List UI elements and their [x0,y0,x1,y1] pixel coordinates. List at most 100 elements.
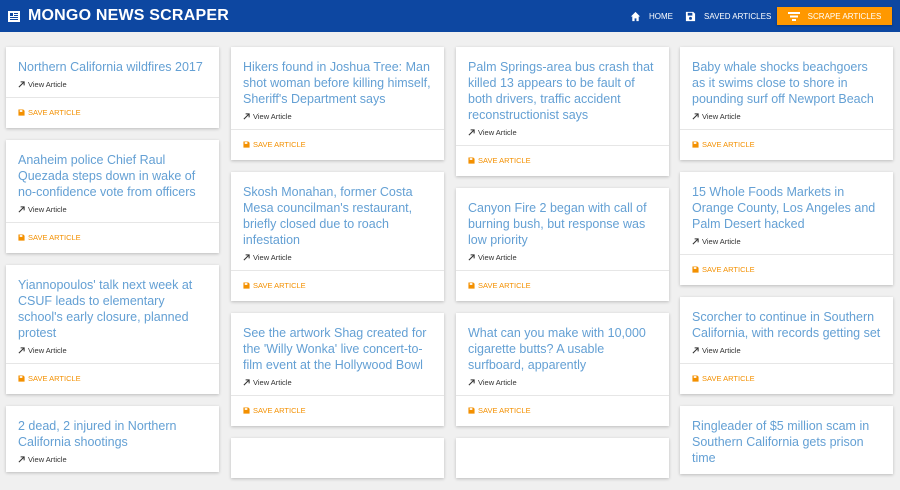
save-article-label: SAVE ARTICLE [253,406,306,415]
navbar: MONGO NEWS SCRAPER HOME SAVED ARTICLES S… [0,0,900,32]
view-article-link[interactable]: View Article [243,112,432,121]
save-article-label: SAVE ARTICLE [478,156,531,165]
article-title[interactable]: Ringleader of $5 million scam in Souther… [692,418,881,466]
save-article-button[interactable]: SAVE ARTICLE [243,281,432,290]
view-article-label: View Article [28,205,67,214]
floppy-disk-icon [692,375,699,382]
article-title[interactable]: Palm Springs-area bus crash that killed … [468,59,657,123]
article-title[interactable]: What can you make with 10,000 cigarette … [468,325,657,373]
save-article-button[interactable]: SAVE ARTICLE [468,406,657,415]
article-title[interactable]: Scorcher to continue in Southern Califor… [692,309,881,341]
view-article-link[interactable]: View Article [243,253,432,262]
article-card: Hikers found in Joshua Tree: Man shot wo… [231,47,444,160]
arrow-up-right-icon [468,379,475,386]
floppy-disk-icon [18,234,25,241]
article-card: Northern California wildfires 2017 View … [6,47,219,128]
article-title[interactable]: Canyon Fire 2 began with call of burning… [468,200,657,248]
floppy-disk-icon [692,266,699,273]
save-article-button[interactable]: SAVE ARTICLE [692,140,881,149]
article-title[interactable]: Baby whale shocks beachgoers as it swims… [692,59,881,107]
arrow-up-right-icon [468,254,475,261]
view-article-link[interactable]: View Article [692,346,881,355]
view-article-link[interactable]: View Article [692,112,881,121]
scrape-articles-button[interactable]: SCRAPE ARTICLES [777,7,892,25]
article-card: Yiannopoulos' talk next week at CSUF lea… [6,265,219,394]
article-card: See the artwork Shag created for the 'Wi… [231,313,444,426]
arrow-up-right-icon [692,238,699,245]
floppy-disk-icon [18,375,25,382]
view-article-link[interactable]: View Article [468,378,657,387]
article-title[interactable]: See the artwork Shag created for the 'Wi… [243,325,432,373]
save-article-button[interactable]: SAVE ARTICLE [18,108,207,117]
save-article-label: SAVE ARTICLE [702,374,755,383]
view-article-label: View Article [702,112,741,121]
article-title[interactable]: Yiannopoulos' talk next week at CSUF lea… [18,277,207,341]
save-article-button[interactable]: SAVE ARTICLE [18,374,207,383]
view-article-link[interactable]: View Article [243,378,432,387]
nav-home-label: HOME [649,11,673,21]
article-title[interactable]: Anaheim police Chief Raul Quezada steps … [18,152,207,200]
view-article-link[interactable]: View Article [18,455,207,464]
nav-saved-label: SAVED ARTICLES [704,11,772,21]
article-title[interactable]: Hikers found in Joshua Tree: Man shot wo… [243,59,432,107]
arrow-up-right-icon [18,347,25,354]
nav-home[interactable]: HOME [630,0,673,32]
save-article-button[interactable]: SAVE ARTICLE [468,281,657,290]
article-column-3: Palm Springs-area bus crash that killed … [456,47,669,490]
floppy-disk-icon [243,282,250,289]
brand[interactable]: MONGO NEWS SCRAPER [8,0,229,32]
view-article-link[interactable]: View Article [18,346,207,355]
article-card: Palm Springs-area bus crash that killed … [456,47,669,176]
arrow-up-right-icon [243,254,250,261]
article-column-1: Northern California wildfires 2017 View … [6,47,219,484]
article-card: What can you make with 10,000 cigarette … [456,313,669,426]
view-article-label: View Article [253,112,292,121]
article-card [456,438,669,478]
floppy-disk-icon [243,141,250,148]
save-article-label: SAVE ARTICLE [253,281,306,290]
save-article-button[interactable]: SAVE ARTICLE [692,265,881,274]
article-title[interactable]: Skosh Monahan, former Costa Mesa council… [243,184,432,248]
view-article-label: View Article [28,455,67,464]
save-article-button[interactable]: SAVE ARTICLE [18,233,207,242]
view-article-link[interactable]: View Article [18,205,207,214]
view-article-label: View Article [478,378,517,387]
arrow-up-right-icon [692,113,699,120]
save-article-button[interactable]: SAVE ARTICLE [468,156,657,165]
article-card: 2 dead, 2 injured in Northern California… [6,406,219,472]
save-article-button[interactable]: SAVE ARTICLE [243,406,432,415]
save-article-label: SAVE ARTICLE [28,233,81,242]
arrow-up-right-icon [468,129,475,136]
view-article-link[interactable]: View Article [468,128,657,137]
scrape-articles-label: SCRAPE ARTICLES [807,11,882,21]
article-card: Baby whale shocks beachgoers as it swims… [680,47,893,160]
view-article-label: View Article [478,253,517,262]
view-article-label: View Article [28,80,67,89]
arrow-up-right-icon [18,81,25,88]
view-article-link[interactable]: View Article [468,253,657,262]
floppy-disk-icon [685,11,696,21]
floppy-disk-icon [692,141,699,148]
save-article-button[interactable]: SAVE ARTICLE [692,374,881,383]
arrow-up-right-icon [692,347,699,354]
view-article-link[interactable]: View Article [18,80,207,89]
scrape-icon [787,11,800,21]
home-icon [630,11,641,21]
save-article-label: SAVE ARTICLE [702,265,755,274]
floppy-disk-icon [18,109,25,116]
article-title[interactable]: 2 dead, 2 injured in Northern California… [18,418,207,450]
save-article-label: SAVE ARTICLE [478,406,531,415]
nav-saved-articles[interactable]: SAVED ARTICLES [685,0,771,32]
article-title[interactable]: 15 Whole Foods Markets in Orange County,… [692,184,881,232]
article-column-4: Baby whale shocks beachgoers as it swims… [680,47,893,486]
arrow-up-right-icon [243,379,250,386]
floppy-disk-icon [468,157,475,164]
view-article-link[interactable]: View Article [692,237,881,246]
save-article-label: SAVE ARTICLE [478,281,531,290]
article-card [231,438,444,478]
article-column-2: Hikers found in Joshua Tree: Man shot wo… [231,47,444,490]
article-title[interactable]: Northern California wildfires 2017 [18,59,207,75]
view-article-label: View Article [253,253,292,262]
save-article-label: SAVE ARTICLE [702,140,755,149]
save-article-button[interactable]: SAVE ARTICLE [243,140,432,149]
